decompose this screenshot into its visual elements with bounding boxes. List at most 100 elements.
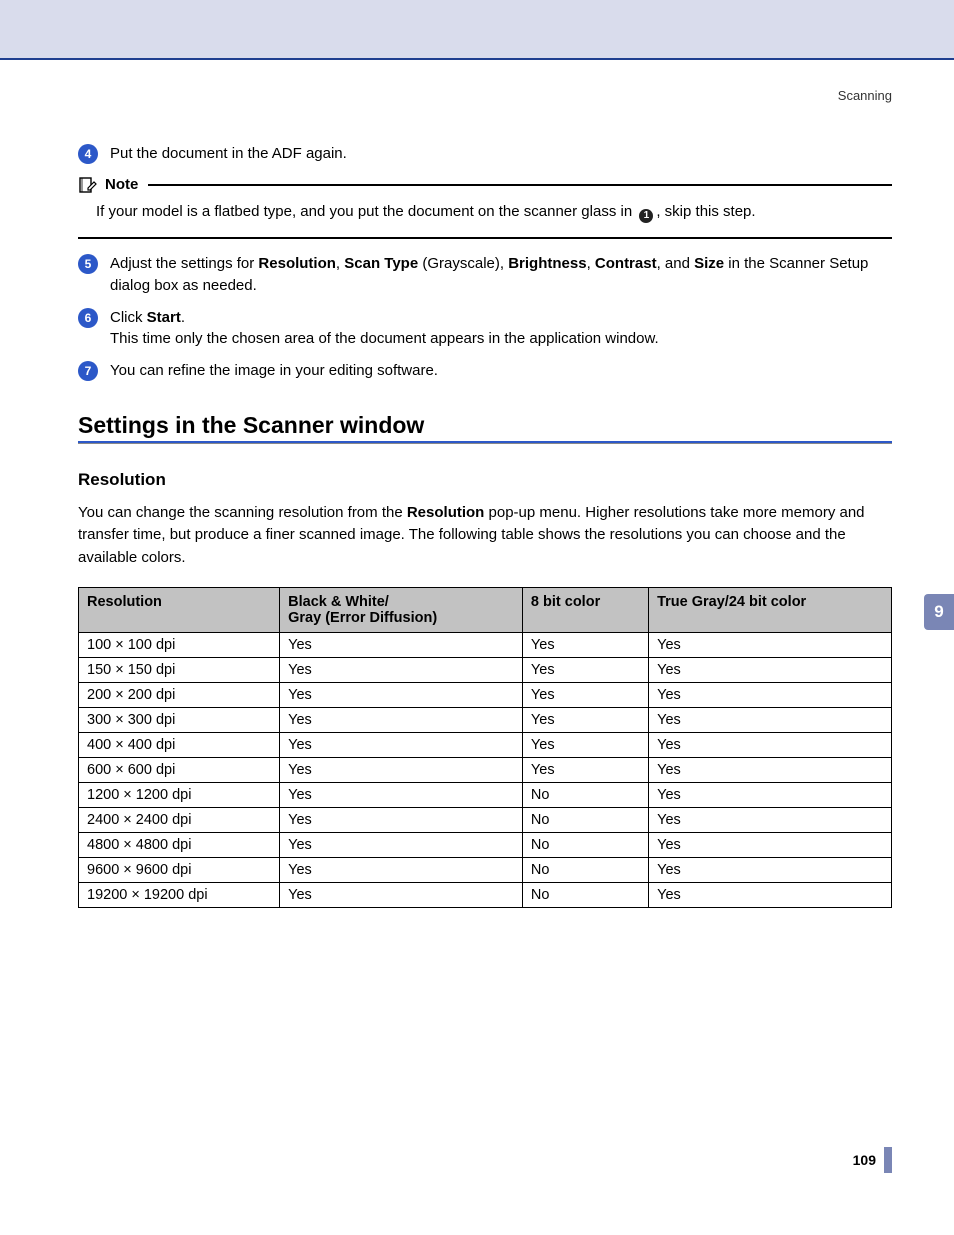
table-cell: No [522,783,648,808]
note-box: Note If your model is a flatbed type, an… [78,175,892,239]
step-5-pre: Adjust the settings for [110,255,258,272]
step-6: 6 Click Start. This time only the chosen… [78,307,892,351]
step-5-text: Adjust the settings for Resolution, Scan… [110,253,892,297]
table-row: 100 × 100 dpiYesYesYes [79,633,892,658]
note-text-pre: If your model is a flatbed type, and you… [96,203,636,220]
table-cell: Yes [280,783,523,808]
note-text-post: , skip this step. [656,203,755,220]
table-cell: Yes [280,883,523,908]
table-cell: 600 × 600 dpi [79,758,280,783]
resolution-paragraph: You can change the scanning resolution f… [78,502,892,570]
step-5-bold-brightness: Brightness [508,255,586,272]
table-cell: Yes [649,808,892,833]
table-cell: Yes [649,708,892,733]
table-row: 19200 × 19200 dpiYesNoYes [79,883,892,908]
table-row: 9600 × 9600 dpiYesNoYes [79,858,892,883]
table-row: 200 × 200 dpiYesYesYes [79,683,892,708]
table-row: 300 × 300 dpiYesYesYes [79,708,892,733]
table-cell: Yes [649,658,892,683]
table-cell: Yes [649,758,892,783]
step-5-sep2: , [587,255,595,272]
table-cell: 2400 × 2400 dpi [79,808,280,833]
step-number-6-icon: 6 [78,308,98,328]
table-cell: 1200 × 1200 dpi [79,783,280,808]
page-number-bar [884,1147,892,1173]
table-cell: Yes [522,658,648,683]
th-resolution: Resolution [79,588,280,633]
resolution-table: Resolution Black & White/ Gray (Error Di… [78,587,892,908]
table-cell: Yes [280,658,523,683]
section-running-header: Scanning [78,60,892,137]
table-cell: Yes [649,683,892,708]
th-8bit: 8 bit color [522,588,648,633]
step-6-text: Click Start. This time only the chosen a… [110,307,659,351]
table-cell: Yes [649,783,892,808]
table-row: 600 × 600 dpiYesYesYes [79,758,892,783]
table-cell: 9600 × 9600 dpi [79,858,280,883]
step-5-gray: (Grayscale), [418,255,508,272]
note-body: If your model is a flatbed type, and you… [78,201,892,239]
resolution-para-bold: Resolution [407,504,485,521]
table-row: 1200 × 1200 dpiYesNoYes [79,783,892,808]
table-cell: 150 × 150 dpi [79,658,280,683]
table-cell: Yes [522,708,648,733]
th-bw-line2: Gray (Error Diffusion) [288,610,437,626]
table-cell: 19200 × 19200 dpi [79,883,280,908]
step-5-bold-resolution: Resolution [258,255,336,272]
resolution-para-pre: You can change the scanning resolution f… [78,504,407,521]
step-7: 7 You can refine the image in your editi… [78,360,892,382]
step-5-bold-scantype: Scan Type [344,255,418,272]
table-row: 2400 × 2400 dpiYesNoYes [79,808,892,833]
step-6-pre: Click [110,309,147,326]
table-cell: No [522,858,648,883]
step-6-post1: . [181,309,185,326]
table-cell: Yes [522,683,648,708]
th-bw: Black & White/ Gray (Error Diffusion) [280,588,523,633]
table-cell: No [522,883,648,908]
table-cell: 300 × 300 dpi [79,708,280,733]
table-cell: Yes [522,633,648,658]
table-cell: Yes [280,708,523,733]
chapter-tab: 9 [924,594,954,630]
step-5-bold-contrast: Contrast [595,255,657,272]
table-cell: Yes [280,833,523,858]
step-5-sep3: , and [657,255,695,272]
step-4-text: Put the document in the ADF again. [110,143,347,165]
page-content: Scanning 4 Put the document in the ADF a… [0,60,954,908]
step-6-bold-start: Start [147,309,181,326]
table-cell: Yes [280,808,523,833]
subsection-title-resolution: Resolution [78,470,892,490]
table-row: 4800 × 4800 dpiYesNoYes [79,833,892,858]
note-pencil-icon [78,175,98,195]
step-number-5-icon: 5 [78,254,98,274]
table-cell: Yes [280,683,523,708]
step-number-4-icon: 4 [78,144,98,164]
table-cell: Yes [522,733,648,758]
step-6-line2: This time only the chosen area of the do… [110,330,659,347]
table-cell: Yes [649,633,892,658]
note-ref-1-icon: 1 [639,209,653,223]
step-5-bold-size: Size [694,255,724,272]
table-cell: Yes [280,858,523,883]
table-cell: Yes [280,733,523,758]
step-number-7-icon: 7 [78,361,98,381]
table-cell: Yes [649,858,892,883]
table-cell: 400 × 400 dpi [79,733,280,758]
table-cell: Yes [649,883,892,908]
step-5-sep1: , [336,255,344,272]
section-rule [78,441,892,444]
page-number: 109 [853,1152,876,1168]
page-number-wrap: 109 [853,1147,892,1173]
table-cell: 200 × 200 dpi [79,683,280,708]
note-label: Note [105,176,138,193]
table-cell: No [522,808,648,833]
table-cell: 100 × 100 dpi [79,633,280,658]
table-cell: No [522,833,648,858]
section-title: Settings in the Scanner window [78,412,892,439]
note-header: Note [78,175,892,195]
table-row: 150 × 150 dpiYesYesYes [79,658,892,683]
th-24bit: True Gray/24 bit color [649,588,892,633]
table-cell: 4800 × 4800 dpi [79,833,280,858]
table-cell: Yes [649,833,892,858]
th-bw-line1: Black & White/ [288,594,389,610]
